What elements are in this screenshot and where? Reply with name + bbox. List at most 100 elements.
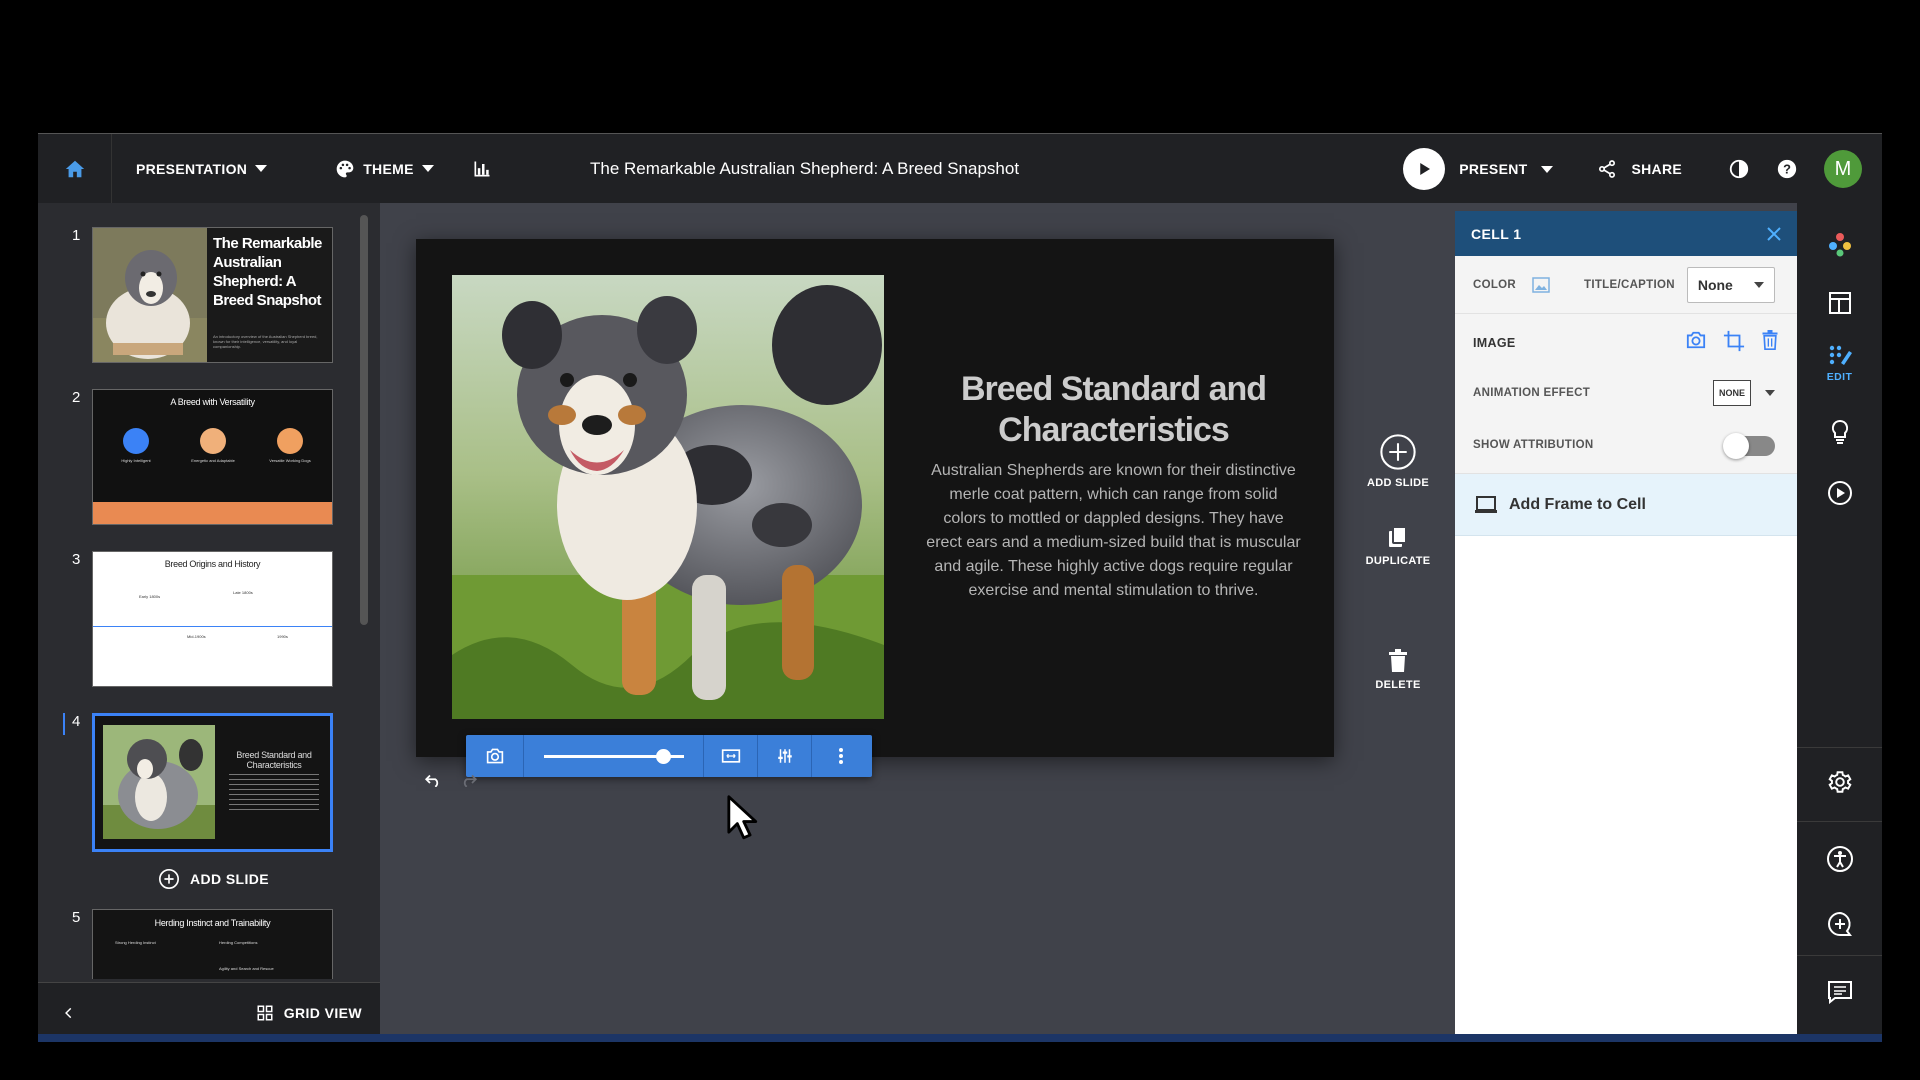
slide-body-preview xyxy=(229,774,319,814)
comments-button[interactable] xyxy=(1797,911,1882,937)
close-icon[interactable] xyxy=(1767,226,1781,241)
image-settings-section: IMAGE ANIMATION EFFECT NONE SHOW ATTRIBU… xyxy=(1455,314,1797,474)
zoom-slider[interactable] xyxy=(524,735,704,777)
slide-footer-band xyxy=(93,502,332,524)
properties-header: CELL 1 xyxy=(1455,211,1797,256)
contrast-button[interactable] xyxy=(1728,158,1750,180)
slide-point: Herding Competitions xyxy=(219,940,258,945)
share-button[interactable]: SHARE xyxy=(1597,159,1682,179)
plus-circle-icon xyxy=(159,869,179,889)
add-frame-button[interactable]: Add Frame to Cell xyxy=(1455,474,1797,536)
trash-icon xyxy=(1389,649,1407,672)
lightbulb-icon xyxy=(1831,419,1848,444)
help-button[interactable]: ? xyxy=(1776,158,1798,180)
slide-canvas[interactable]: Breed Standard and Characteristics Austr… xyxy=(416,239,1334,757)
slide-number: 5 xyxy=(72,909,81,926)
settings-button[interactable] xyxy=(1797,769,1882,795)
present-label: PRESENT xyxy=(1459,161,1528,177)
slide-image-cell[interactable] xyxy=(452,275,884,719)
color-image-icon[interactable] xyxy=(1532,276,1550,293)
sliders-icon xyxy=(777,749,792,763)
slide-subtitle-text: An introductory overview of the Australi… xyxy=(213,334,318,349)
replace-image-icon[interactable] xyxy=(1685,330,1707,350)
app-window: PRESENTATION THEME The Remarkable Austra… xyxy=(38,133,1882,1042)
document-title[interactable]: The Remarkable Australian Shepherd: A Br… xyxy=(590,134,1019,204)
selection-indicator xyxy=(63,713,65,735)
collapse-panel-icon[interactable] xyxy=(62,1006,76,1020)
timeline-line xyxy=(93,626,332,627)
slide-body-text[interactable]: Australian Shepherds are known for their… xyxy=(926,459,1301,603)
ideas-button[interactable] xyxy=(1797,419,1882,445)
slide-heading[interactable]: Breed Standard and Characteristics xyxy=(916,369,1311,451)
slide-preview: Breed Standard and Characteristics xyxy=(92,713,333,852)
animation-effect-select[interactable]: NONE xyxy=(1713,380,1775,406)
slide-panel-scrollbar[interactable] xyxy=(360,215,368,625)
fit-image-button[interactable] xyxy=(704,735,758,777)
zoom-slider-handle[interactable] xyxy=(655,748,671,764)
ai-assistant-button[interactable] xyxy=(1797,231,1882,257)
chevron-down-icon xyxy=(421,165,434,172)
present-button[interactable]: PRESENT xyxy=(1403,148,1554,190)
feature-label: Highly Intelligent xyxy=(121,458,151,463)
avatar[interactable]: M xyxy=(1824,150,1862,188)
redo-icon[interactable] xyxy=(460,773,478,787)
help-icon: ? xyxy=(1777,159,1797,179)
slide-number: 3 xyxy=(72,551,81,568)
svg-text:?: ? xyxy=(1783,162,1791,177)
feature-icon xyxy=(277,428,303,454)
image-adjustments-button[interactable] xyxy=(758,735,812,777)
add-slide-label: ADD SLIDE xyxy=(190,871,270,887)
add-slide-button[interactable]: ADD SLIDE xyxy=(158,868,269,890)
add-comment-icon xyxy=(1827,911,1852,936)
timeline-point: Late 1800s xyxy=(233,590,253,595)
bar-chart-icon xyxy=(474,161,490,176)
duplicate-slide-button[interactable]: DUPLICATE xyxy=(1358,525,1438,567)
home-button[interactable] xyxy=(38,133,112,204)
tool-rail: EDIT xyxy=(1797,203,1882,1042)
grid-icon xyxy=(257,1005,273,1020)
slide-preview: A Breed with Versatility Highly Intellig… xyxy=(92,389,333,525)
grid-view-label: GRID VIEW xyxy=(283,1004,362,1021)
title-caption-label: TITLE/CAPTION xyxy=(1584,278,1675,291)
slide-title-text: Herding Instinct and Trainability xyxy=(154,918,271,928)
add-frame-label: Add Frame to Cell xyxy=(1509,495,1646,513)
image-toolbar xyxy=(466,735,872,777)
sparkle-dots-icon xyxy=(1828,233,1851,257)
presentation-menu[interactable]: PRESENTATION xyxy=(136,161,268,177)
layout-button[interactable] xyxy=(1797,291,1882,315)
replace-image-button[interactable] xyxy=(466,735,524,777)
show-attribution-toggle[interactable] xyxy=(1723,433,1775,459)
australian-shepherd-photo xyxy=(452,275,884,719)
title-caption-select[interactable]: None xyxy=(1686,266,1775,303)
edit-dots-icon xyxy=(1829,345,1852,365)
theme-menu[interactable]: THEME xyxy=(335,159,434,179)
add-slide-canvas-button[interactable]: ADD SLIDE xyxy=(1358,433,1438,489)
speaker-notes-button[interactable] xyxy=(1797,980,1882,1004)
grid-view-button[interactable]: GRID VIEW xyxy=(256,1004,362,1022)
delete-slide-button[interactable]: DELETE xyxy=(1358,649,1438,691)
color-caption-row: COLOR TITLE/CAPTION None xyxy=(1455,256,1797,314)
timeline-point: Early 1800s xyxy=(139,594,161,599)
animations-button[interactable] xyxy=(1797,480,1882,506)
delete-label: DELETE xyxy=(1375,679,1421,691)
edit-button[interactable]: EDIT xyxy=(1797,343,1882,383)
crop-icon[interactable] xyxy=(1723,330,1745,352)
dog-photo-thumbnail xyxy=(103,725,215,839)
image-actions xyxy=(1685,330,1779,352)
undo-redo-controls xyxy=(424,773,478,787)
accessibility-button[interactable] xyxy=(1797,845,1882,873)
zoom-slider-track[interactable] xyxy=(543,748,684,764)
rail-divider xyxy=(1797,955,1882,956)
rail-divider xyxy=(1797,747,1882,748)
more-options-button[interactable] xyxy=(812,735,870,777)
trash-icon[interactable] xyxy=(1761,330,1779,350)
slide-title-text: Breed Standard and Characteristics xyxy=(236,750,312,770)
feature-label: Energetic and Adaptable xyxy=(191,458,235,463)
slide-title-text: Breed Origins and History xyxy=(164,559,261,569)
analytics-button[interactable] xyxy=(472,159,492,179)
camera-icon xyxy=(486,748,503,764)
slide-point: Strong Herding Instinct xyxy=(115,940,156,945)
add-slide-canvas-label: ADD SLIDE xyxy=(1367,477,1429,489)
notes-icon xyxy=(1827,981,1852,1004)
undo-icon[interactable] xyxy=(424,773,442,787)
